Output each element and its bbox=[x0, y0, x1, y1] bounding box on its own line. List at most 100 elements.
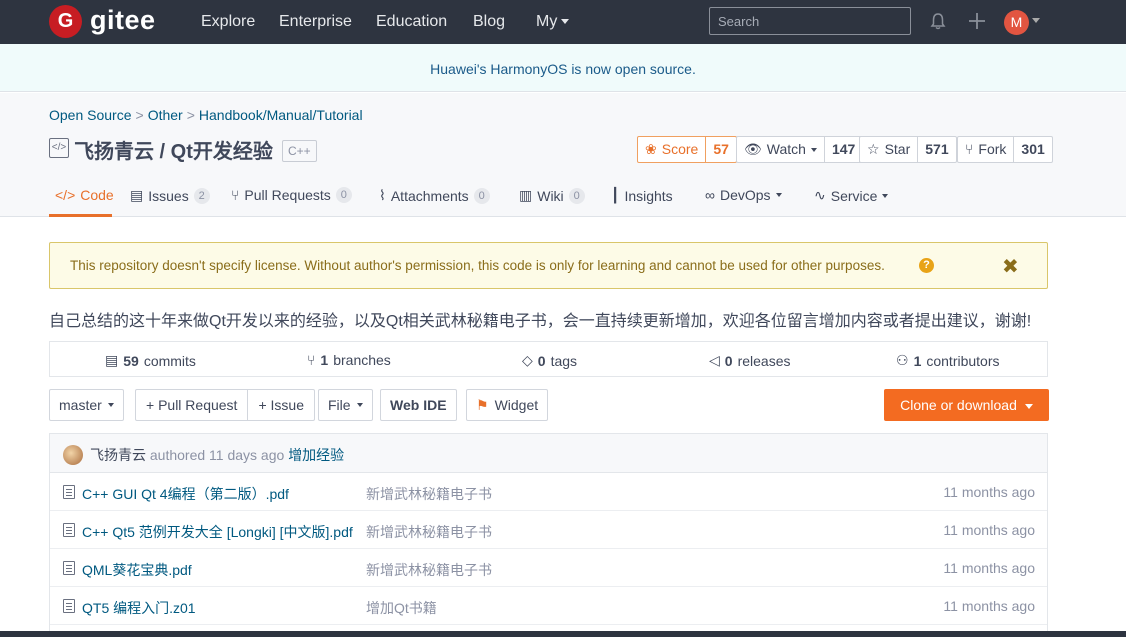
tab-insights[interactable]: ┃ Insights bbox=[611, 187, 673, 204]
eye-icon: 👁 bbox=[744, 141, 762, 157]
user-avatar[interactable]: M bbox=[1004, 10, 1029, 35]
file-name[interactable]: C++ GUI Qt 4编程（第二版）.pdf bbox=[82, 484, 289, 504]
file-time: 11 months ago bbox=[943, 484, 1035, 500]
repo-title[interactable]: 飞扬青云 / Qt开发经验 bbox=[74, 135, 273, 164]
tab-pull-requests-label: Pull Requests bbox=[244, 187, 331, 203]
fork-count[interactable]: 301 bbox=[1013, 137, 1051, 162]
tags-label: tags bbox=[550, 352, 578, 369]
branches-count: 1 bbox=[320, 352, 329, 368]
nav-blog[interactable]: Blog bbox=[473, 12, 505, 32]
new-pull-request-button[interactable]: + Pull Request bbox=[136, 390, 247, 420]
file-table: 飞扬青云 authored 11 days ago 增加经验 C++ GUI Q… bbox=[49, 433, 1048, 637]
file-icon bbox=[63, 561, 75, 575]
search-input[interactable] bbox=[709, 7, 911, 35]
question-icon[interactable]: ? bbox=[919, 258, 934, 273]
file-row: QML葵花宝典.pdf 新增武林秘籍电子书 11 months ago bbox=[50, 549, 1047, 587]
file-name[interactable]: C++ Qt5 范例开发大全 [Longki] [中文版].pdf bbox=[82, 522, 353, 542]
banner-link[interactable]: Huawei's HarmonyOS is now open source. bbox=[430, 61, 696, 77]
tags-count: 0 bbox=[537, 352, 546, 369]
contributors-count: 1 bbox=[913, 352, 922, 369]
breadcrumb-open-source[interactable]: Open Source bbox=[49, 107, 132, 123]
gitee-logo-icon[interactable]: G bbox=[49, 5, 82, 38]
breadcrumb-handbook[interactable]: Handbook/Manual/Tutorial bbox=[199, 107, 363, 123]
chevron-down-icon bbox=[775, 193, 782, 197]
widget-button[interactable]: ⚑ Widget bbox=[466, 389, 549, 421]
tab-wiki-label: Wiki bbox=[537, 187, 564, 204]
latest-commit-text: 飞扬青云 authored 11 days ago 增加经验 bbox=[90, 445, 344, 465]
create-button-group: + Pull Request + Issue bbox=[135, 389, 315, 421]
tab-insights-label: Insights bbox=[624, 187, 673, 204]
branch-select[interactable]: master bbox=[49, 389, 124, 421]
fork-button[interactable]: ⑂ Fork 301 bbox=[957, 136, 1053, 163]
score-button[interactable]: ❀ Score 57 bbox=[637, 136, 737, 163]
tab-service-label: Service bbox=[830, 187, 878, 204]
file-row: QT5 编程入门.z01 增加Qt书籍 11 months ago bbox=[50, 587, 1047, 625]
nav-my-dropdown[interactable]: My bbox=[536, 12, 570, 32]
nav-education[interactable]: Education bbox=[376, 12, 447, 32]
fork-label: Fork bbox=[978, 141, 1007, 157]
breadcrumb-other[interactable]: Other bbox=[148, 107, 183, 123]
chevron-down-icon bbox=[810, 147, 817, 152]
file-commit-message[interactable]: 增加Qt书籍 bbox=[366, 598, 437, 618]
releases-stat[interactable]: ◁ 0 releases bbox=[709, 352, 791, 369]
chevron-down-icon[interactable] bbox=[1032, 18, 1040, 23]
file-time: 11 months ago bbox=[943, 598, 1035, 614]
commit-message[interactable]: 增加经验 bbox=[288, 447, 344, 463]
file-time: 11 months ago bbox=[943, 560, 1035, 576]
language-badge[interactable]: C++ bbox=[282, 140, 317, 162]
watch-count[interactable]: 147 bbox=[823, 137, 862, 162]
commit-author[interactable]: 飞扬青云 bbox=[90, 447, 146, 463]
file-commit-message[interactable]: 新增武林秘籍电子书 bbox=[366, 522, 492, 542]
file-name[interactable]: QT5 编程入门.z01 bbox=[82, 598, 196, 618]
tags-stat[interactable]: ◇ 0 tags bbox=[522, 352, 577, 369]
score-label: Score bbox=[661, 141, 699, 157]
commits-stat[interactable]: ▤ 59 commits bbox=[105, 352, 196, 369]
nav-enterprise[interactable]: Enterprise bbox=[279, 12, 352, 32]
branches-stat[interactable]: ⑂ 1 branches bbox=[307, 352, 391, 368]
star-count[interactable]: 571 bbox=[917, 137, 955, 162]
new-issue-button[interactable]: + Issue bbox=[247, 390, 314, 420]
issues-count-badge: 2 bbox=[193, 187, 210, 204]
active-tab-indicator bbox=[49, 214, 112, 217]
bar-chart-icon: ┃ bbox=[611, 187, 620, 203]
chevron-down-icon bbox=[356, 403, 363, 407]
tab-wiki[interactable]: ▥ Wiki 0 bbox=[519, 187, 585, 204]
tab-code[interactable]: </> Code bbox=[55, 187, 114, 203]
nav-my-label: My bbox=[536, 13, 558, 30]
send-icon: ◁ bbox=[709, 352, 720, 368]
tab-devops[interactable]: ∞ DevOps bbox=[705, 187, 782, 203]
star-icon: ☆ bbox=[867, 141, 880, 157]
file-icon bbox=[63, 485, 75, 499]
file-commit-message[interactable]: 新增武林秘籍电子书 bbox=[366, 560, 492, 580]
contributors-icon: ⚇ bbox=[896, 352, 909, 368]
code-icon: </> bbox=[55, 187, 76, 203]
tab-devops-label: DevOps bbox=[719, 187, 771, 203]
commit-time: authored 11 days ago bbox=[149, 447, 285, 463]
plus-icon[interactable] bbox=[967, 11, 987, 31]
nav-explore[interactable]: Explore bbox=[201, 12, 255, 32]
tag-icon: ◇ bbox=[522, 352, 533, 368]
branch-select-label: master bbox=[59, 397, 102, 413]
file-name[interactable]: QML葵花宝典.pdf bbox=[82, 560, 192, 580]
bell-icon[interactable] bbox=[929, 12, 947, 30]
file-dropdown[interactable]: File bbox=[318, 389, 373, 421]
watch-label: Watch bbox=[766, 141, 806, 157]
chevron-down-icon bbox=[1024, 403, 1033, 409]
star-label: Star bbox=[884, 141, 911, 157]
pull-request-icon: ⑂ bbox=[231, 187, 240, 203]
tab-pull-requests[interactable]: ⑂ Pull Requests 0 bbox=[231, 187, 352, 203]
file-commit-message[interactable]: 新增武林秘籍电子书 bbox=[366, 484, 492, 504]
license-warning: This repository doesn't specify license.… bbox=[49, 242, 1048, 289]
star-button[interactable]: ☆ Star 571 bbox=[859, 136, 957, 163]
author-avatar[interactable] bbox=[63, 445, 83, 465]
watch-button[interactable]: 👁 Watch 147 bbox=[736, 136, 864, 163]
tab-issues[interactable]: ▤ Issues 2 bbox=[130, 187, 210, 204]
contributors-stat[interactable]: ⚇ 1 contributors bbox=[896, 352, 1000, 369]
gitee-logo-text[interactable]: gitee bbox=[90, 4, 156, 36]
book-icon: ▥ bbox=[519, 187, 533, 203]
tab-service[interactable]: ∿ Service bbox=[814, 187, 889, 204]
clone-download-button[interactable]: Clone or download bbox=[884, 389, 1049, 421]
tab-attachments[interactable]: ⌇ Attachments 0 bbox=[379, 187, 490, 204]
close-icon[interactable]: ✖ bbox=[1002, 254, 1019, 279]
web-ide-button[interactable]: Web IDE bbox=[380, 389, 457, 421]
